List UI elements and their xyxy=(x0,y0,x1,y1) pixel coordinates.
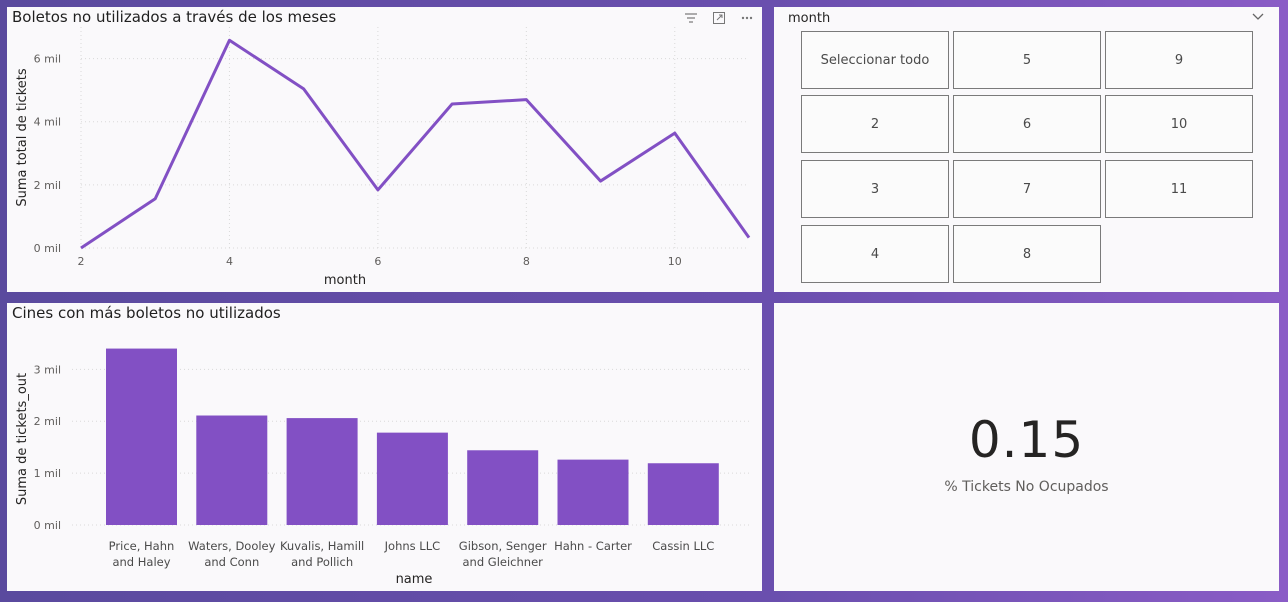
y-tick-label: 0 mil xyxy=(34,519,61,532)
x-tick-label: 6 xyxy=(374,255,381,268)
slicer-tile[interactable]: 4 xyxy=(801,225,949,283)
bar xyxy=(557,459,629,525)
x-tick-label: 4 xyxy=(226,255,233,268)
x-axis-title: month xyxy=(324,273,366,288)
slicer-title: month xyxy=(788,11,831,26)
x-tick-label: Gibson, Senger xyxy=(459,539,547,553)
slicer-tile[interactable]: 10 xyxy=(1105,95,1253,153)
bar xyxy=(376,432,448,525)
slicer-select-all[interactable]: Seleccionar todo xyxy=(801,31,949,89)
y-tick-label: 6 mil xyxy=(34,53,61,66)
kpi-card-panel: 0.15 % Tickets No Ocupados xyxy=(774,303,1279,591)
x-tick-label: Price, Hahn xyxy=(109,539,175,553)
y-tick-label: 2 mil xyxy=(34,179,61,192)
y-axis-title: Suma de tickets_out xyxy=(15,373,30,505)
slicer-tile[interactable]: 9 xyxy=(1105,31,1253,89)
chevron-down-icon[interactable] xyxy=(1251,9,1265,23)
series-line xyxy=(80,38,751,250)
kpi-label: % Tickets No Ocupados xyxy=(944,479,1109,495)
x-tick-label: and Gleichner xyxy=(463,555,544,569)
x-tick-label: Johns LLC xyxy=(384,539,441,553)
slicer-tile[interactable]: 2 xyxy=(801,95,949,153)
x-axis-title: name xyxy=(396,572,433,587)
slicer-tile[interactable]: 7 xyxy=(953,160,1101,218)
line-chart: 0 mil 2 mil 4 mil 6 mil 2 4 6 8 10 month Suma tota… xyxy=(15,27,751,288)
bar xyxy=(196,415,268,525)
x-tick-label: 10 xyxy=(668,255,682,268)
bar xyxy=(647,463,719,525)
x-tick-label: Kuvalis, Hamill xyxy=(280,539,364,553)
month-slicer-panel: month Seleccionar todo 5 9 2 6 10 3 7 11 4 8 xyxy=(774,7,1279,292)
slicer-tile[interactable]: 11 xyxy=(1105,160,1253,218)
kpi-value: 0.15 xyxy=(968,411,1085,469)
x-tick-label: and Conn xyxy=(204,555,259,569)
x-tick-label: 2 xyxy=(78,255,85,268)
bar-chart: 0 mil 1 mil 2 mil 3 mil Price, Hahn and Haley… xyxy=(15,348,752,587)
slicer-tile[interactable]: 8 xyxy=(953,225,1101,283)
slicer-tile[interactable]: 5 xyxy=(953,31,1101,89)
x-tick-label: and Haley xyxy=(112,555,170,569)
slicer-tile[interactable]: 6 xyxy=(953,95,1101,153)
x-tick-label: Hahn - Carter xyxy=(554,539,632,553)
y-axis-title: Suma total de tickets xyxy=(15,68,30,207)
slicer-tile[interactable]: 3 xyxy=(801,160,949,218)
bar xyxy=(106,348,177,525)
line-chart-panel: Boletos no utilizados a través de los me… xyxy=(7,7,762,292)
y-tick-label: 0 mil xyxy=(34,242,61,255)
bar xyxy=(286,418,358,525)
y-tick-label: 4 mil xyxy=(34,116,61,129)
bar-chart-panel: Cines con más boletos no utilizados 0 mi… xyxy=(7,303,762,591)
x-tick-label: Cassin LLC xyxy=(652,539,714,553)
y-tick-label: 3 mil xyxy=(34,363,61,376)
x-tick-label: 8 xyxy=(523,255,530,268)
bar xyxy=(467,450,539,525)
y-tick-label: 2 mil xyxy=(34,415,61,428)
x-tick-label: and Pollich xyxy=(291,555,353,569)
y-tick-label: 1 mil xyxy=(34,467,61,480)
x-tick-label: Waters, Dooley xyxy=(188,539,275,553)
